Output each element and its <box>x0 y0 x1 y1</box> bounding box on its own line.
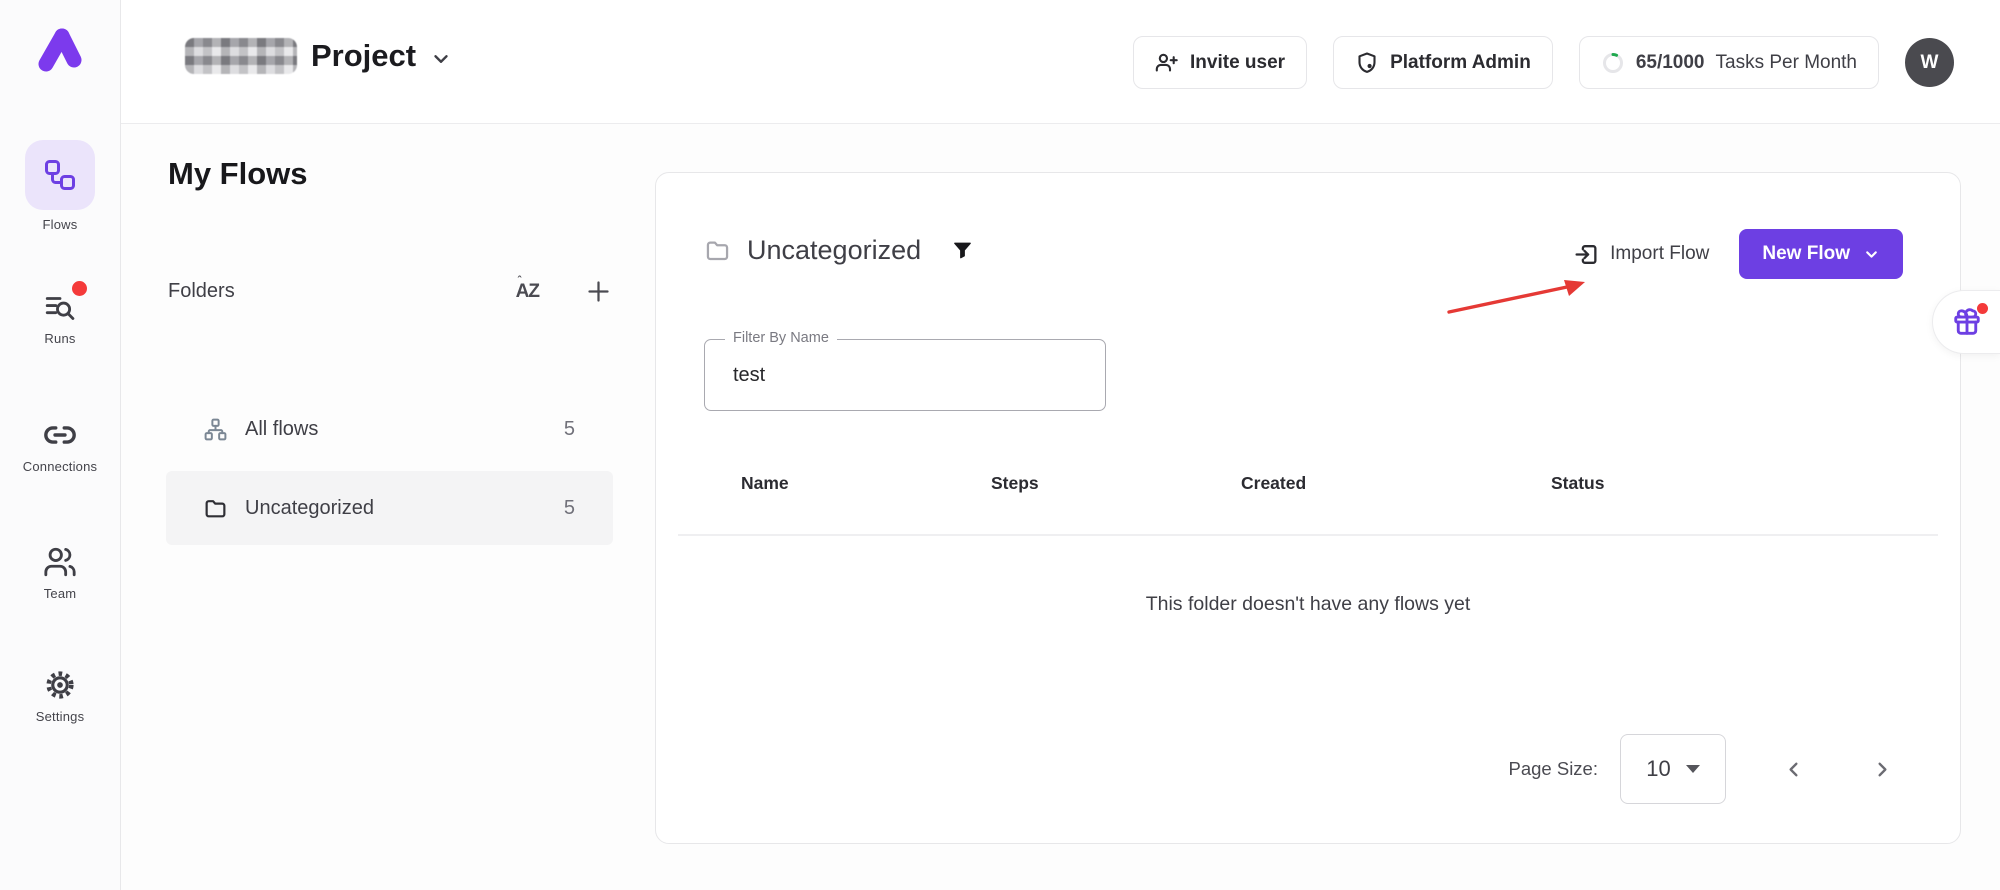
shield-icon <box>1355 51 1379 75</box>
panel-title: Uncategorized <box>747 235 921 266</box>
column-created: Created <box>1241 473 1551 494</box>
tasks-count: 65/1000 <box>1636 52 1705 74</box>
rewards-tab[interactable] <box>1932 290 2000 354</box>
filter-funnel-icon[interactable] <box>951 239 974 262</box>
users-icon <box>43 545 77 579</box>
import-flow-button[interactable]: Import Flow <box>1574 242 1709 267</box>
folder-list: All flows 5 Uncategorized 5 <box>166 392 613 545</box>
project-switcher[interactable]: Project <box>185 38 452 74</box>
filter-by-name-input[interactable] <box>705 340 1105 410</box>
tasks-label: Tasks Per Month <box>1716 52 1858 74</box>
link-icon <box>43 418 77 452</box>
chevron-right-icon <box>1871 758 1894 781</box>
folder-icon <box>704 237 731 264</box>
rewards-notification-dot <box>1977 303 1988 314</box>
hierarchy-icon <box>203 417 228 442</box>
tasks-usage-badge[interactable]: 65/1000 Tasks Per Month <box>1579 36 1879 89</box>
empty-state-message: This folder doesn't have any flows yet <box>656 593 1960 616</box>
page-size-select[interactable]: 10 <box>1620 734 1726 804</box>
folders-title: Folders <box>168 280 235 303</box>
sort-az-button[interactable]: ˆ AZ <box>516 281 539 303</box>
filter-by-name-field: Filter By Name <box>704 339 1106 411</box>
progress-ring-icon <box>1601 51 1625 75</box>
folders-header: Folders ˆ AZ <box>168 278 612 305</box>
folder-count: 5 <box>564 418 575 441</box>
user-avatar[interactable]: W <box>1905 38 1954 87</box>
flows-panel: Uncategorized Import Flow New Flow Filte… <box>655 172 1961 844</box>
user-plus-icon <box>1155 51 1179 75</box>
sidebar-item-flows[interactable]: Flows <box>0 140 120 232</box>
chevron-down-icon <box>1863 246 1880 263</box>
table-divider <box>678 534 1938 536</box>
folder-item-all-flows[interactable]: All flows 5 <box>166 392 613 466</box>
folder-name: All flows <box>245 418 318 441</box>
next-page-button[interactable] <box>1871 758 1894 781</box>
folder-count: 5 <box>564 497 575 520</box>
new-flow-button[interactable]: New Flow <box>1739 229 1903 279</box>
sidebar-item-runs[interactable]: Runs <box>0 290 120 346</box>
invite-user-button[interactable]: Invite user <box>1133 36 1307 89</box>
page-size-label: Page Size: <box>1509 758 1598 780</box>
avatar-initial: W <box>1921 52 1939 74</box>
sidebar-label-team: Team <box>0 586 120 601</box>
platform-admin-button[interactable]: Platform Admin <box>1333 36 1553 89</box>
project-name-redacted <box>185 38 297 74</box>
activepieces-logo[interactable] <box>32 20 88 76</box>
import-flow-label: Import Flow <box>1610 243 1709 265</box>
select-arrow-icon <box>1686 765 1700 773</box>
chevron-left-icon <box>1782 758 1805 781</box>
sidebar-item-team[interactable]: Team <box>0 545 120 601</box>
new-flow-label: New Flow <box>1762 243 1850 265</box>
column-status: Status <box>1551 473 1960 494</box>
plus-icon <box>585 278 612 305</box>
folder-icon <box>203 496 228 521</box>
page-size-value: 10 <box>1646 756 1670 782</box>
sidebar-item-settings[interactable]: Settings <box>0 668 120 724</box>
logo-icon <box>32 20 88 76</box>
left-sidebar: Flows Runs Connections <box>0 0 121 890</box>
sidebar-label-settings: Settings <box>0 709 120 724</box>
import-icon <box>1574 242 1599 267</box>
page-title: My Flows <box>168 156 308 192</box>
gear-icon <box>43 668 77 702</box>
add-folder-button[interactable] <box>585 278 612 305</box>
flows-table-header: Name Steps Created Status <box>656 473 1960 494</box>
chevron-down-icon <box>430 48 452 70</box>
platform-admin-label: Platform Admin <box>1390 52 1531 74</box>
list-search-icon <box>43 290 77 324</box>
sidebar-label-connections: Connections <box>0 459 120 474</box>
project-label: Project <box>311 38 416 74</box>
previous-page-button[interactable] <box>1782 758 1805 781</box>
pagination-bar: Page Size: 10 <box>1509 734 1894 804</box>
column-steps: Steps <box>991 473 1241 494</box>
top-header: Project Invite user Platform Admin <box>121 0 2000 124</box>
folder-name: Uncategorized <box>245 497 374 520</box>
runs-notification-dot <box>72 281 87 296</box>
workflow-icon <box>42 157 78 193</box>
sidebar-item-connections[interactable]: Connections <box>0 418 120 474</box>
sidebar-label-flows: Flows <box>0 217 120 232</box>
column-name: Name <box>741 473 991 494</box>
folder-item-uncategorized[interactable]: Uncategorized 5 <box>166 471 613 545</box>
invite-user-label: Invite user <box>1190 52 1285 74</box>
sidebar-label-runs: Runs <box>0 331 120 346</box>
